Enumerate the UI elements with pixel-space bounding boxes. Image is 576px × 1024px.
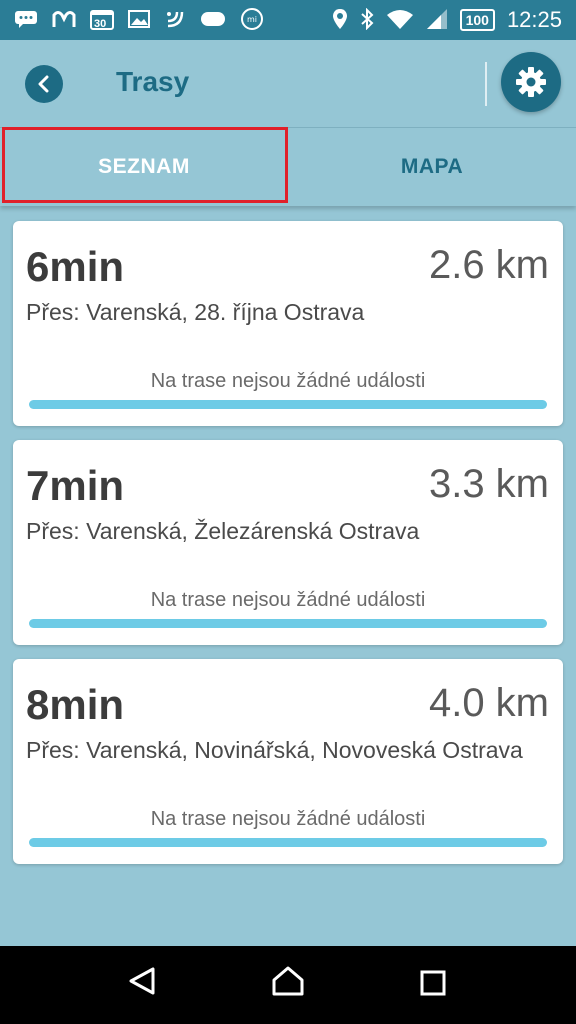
route-distance: 2.6 km (428, 243, 549, 287)
cloud-icon (200, 9, 226, 32)
gear-icon (516, 67, 546, 97)
route-time: 6min (26, 243, 125, 290)
route-card[interactable]: 6min 2.6 km Přes: Varenská, 28. října Os… (13, 221, 563, 426)
nav-recents-button[interactable] (403, 964, 463, 1006)
route-list: 6min 2.6 km Přes: Varenská, 28. října Os… (13, 221, 563, 878)
calendar-day: 30 (94, 17, 107, 30)
route-distance: 4.0 km (428, 681, 549, 725)
route-time: 7min (26, 462, 125, 509)
tab-bar: SEZNAM MAPA (0, 128, 576, 206)
clock: 12:25 (506, 7, 562, 32)
nfc-icon (164, 8, 186, 33)
back-button[interactable] (25, 65, 63, 103)
route-events: Na trase nejsou žádné události (150, 589, 426, 611)
tab-mapa[interactable]: MAPA (288, 128, 576, 206)
route-traffic-bar (29, 838, 547, 847)
header-divider (485, 62, 487, 106)
svg-text:mi: mi (247, 15, 257, 24)
nav-home-button[interactable] (258, 964, 318, 1006)
route-via: Přes: Varenská, Novinářská, Novoveská Os… (26, 737, 523, 763)
signal-icon (426, 8, 448, 33)
mi-icon: mi (240, 7, 264, 34)
route-via: Přes: Varenská, Železárenská Ostrava (26, 518, 420, 544)
route-via: Přes: Varenská, 28. října Ostrava (26, 299, 365, 325)
route-events: Na trase nejsou žádné události (150, 370, 426, 392)
status-bar: 30 mi 100 12:25 (0, 0, 576, 40)
route-card[interactable]: 7min 3.3 km Přes: Varenská, Železárenská… (13, 440, 563, 645)
tab-seznam[interactable]: SEZNAM (0, 128, 288, 206)
page-title: Trasy (116, 66, 190, 97)
bluetooth-icon (360, 7, 374, 33)
system-nav-bar (0, 946, 576, 1024)
home-icon (272, 966, 304, 996)
m-app-icon (52, 9, 76, 32)
chat-icon (14, 9, 38, 32)
battery-icon: 100 (459, 9, 495, 31)
location-icon (332, 8, 348, 33)
route-traffic-bar (29, 400, 547, 409)
route-distance: 3.3 km (428, 462, 549, 506)
image-icon (128, 9, 150, 32)
back-triangle-icon (129, 967, 155, 995)
route-card[interactable]: 8min 4.0 km Přes: Varenská, Novinářská, … (13, 659, 563, 864)
nav-back-button[interactable] (113, 964, 173, 1006)
wifi-icon (386, 8, 414, 33)
route-events: Na trase nejsou žádné události (150, 808, 426, 830)
calendar-icon: 30 (90, 8, 114, 33)
route-time: 8min (26, 681, 125, 728)
settings-button[interactable] (501, 52, 561, 112)
recents-square-icon (420, 970, 446, 996)
back-arrow-icon (38, 75, 49, 93)
route-traffic-bar (29, 619, 547, 628)
app-bar: Trasy (0, 40, 576, 128)
